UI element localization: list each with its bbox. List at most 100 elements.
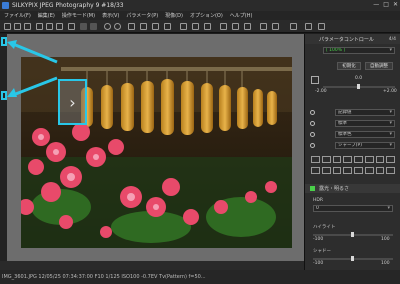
tool-icon-12[interactable] <box>343 167 352 174</box>
title-bar: SILKYPIX JPEG Photography 9 #18/33 — □ ✕ <box>0 0 400 11</box>
exposure-min: -2.00 <box>315 89 327 94</box>
tone-select[interactable]: 標準 <box>335 120 395 127</box>
shadow-max: 100 <box>381 261 390 266</box>
tool-icon-15[interactable] <box>375 167 385 174</box>
tool-icon-13[interactable] <box>354 167 363 174</box>
highlight-label: ハイライト <box>313 225 336 230</box>
close-button[interactable]: ✕ <box>393 1 398 8</box>
next-image-arrow[interactable]: › <box>58 79 87 125</box>
compare-view-icon[interactable] <box>56 23 63 30</box>
tool-icon-14[interactable] <box>364 167 374 174</box>
open-icon[interactable] <box>4 23 11 30</box>
exposure-slider-knob[interactable] <box>357 84 360 89</box>
info-icon[interactable] <box>272 23 279 30</box>
rotate-right-icon[interactable] <box>114 23 121 30</box>
spot-icon[interactable] <box>152 23 159 30</box>
tone-row: 標準 <box>305 119 400 128</box>
eyedropper-icon[interactable] <box>140 23 147 30</box>
zoom-icon[interactable] <box>220 23 227 30</box>
histogram-icon[interactable] <box>260 23 267 30</box>
white-balance-icon <box>310 110 315 115</box>
tool-icon-1[interactable] <box>311 156 320 163</box>
settings-icon[interactable] <box>305 23 312 30</box>
white-balance-row: 記録値 <box>305 108 400 117</box>
sharpness-row: シャープ(P) <box>305 141 400 150</box>
menu-bar: ファイル(F) 編集(E) 操作モード(M) 表示(V) パラメータ(P) 現像… <box>0 11 400 20</box>
section-checkbox-icon[interactable] <box>310 186 315 191</box>
main-toolbar <box>0 20 400 33</box>
left-strip <box>0 34 7 270</box>
minimize-button[interactable]: — <box>373 1 379 8</box>
tone-icon <box>310 121 315 126</box>
window-title: SILKYPIX JPEG Photography 9 #18/33 <box>12 2 124 9</box>
tool-icon-grid <box>311 156 395 176</box>
tool-icon-6[interactable] <box>364 156 374 163</box>
exposure-max: +2.00 <box>383 89 397 94</box>
highlight-slider-knob[interactable] <box>351 232 354 237</box>
panel-title: パラメータコントロール <box>319 36 374 43</box>
sharpness-select[interactable]: シャープ(P) <box>335 142 395 149</box>
preset-select[interactable]: [ 100% ] <box>323 47 395 54</box>
layout-icon[interactable] <box>290 23 297 30</box>
develop-icon[interactable] <box>164 23 171 30</box>
app-icon <box>2 2 9 9</box>
status-bar: IMG_3601.JPG 12/05/25 07:34:37:00 F10 1/… <box>0 270 400 284</box>
panel-header: パラメータコントロール 4/4 <box>305 34 400 44</box>
tag-icon[interactable] <box>204 23 211 30</box>
panel-icon[interactable] <box>318 23 325 30</box>
menu-mode[interactable]: 操作モード(M) <box>62 12 95 19</box>
tool-icon-10[interactable] <box>321 167 331 174</box>
exposure-section-header[interactable]: 露光・明るさ <box>305 184 400 193</box>
hdr-select[interactable]: 0 <box>313 205 393 212</box>
star-icon[interactable] <box>192 23 199 30</box>
print-icon[interactable] <box>24 23 31 30</box>
tool-icon-5[interactable] <box>354 156 363 163</box>
redo-icon[interactable] <box>90 23 97 30</box>
shadow-label: シャドー <box>313 249 331 254</box>
menu-file[interactable]: ファイル(F) <box>4 12 31 19</box>
rotate-left-icon[interactable] <box>104 23 111 30</box>
hand-icon[interactable] <box>232 23 239 30</box>
tool-icon-8[interactable] <box>386 156 395 163</box>
exposure-icon <box>311 76 319 84</box>
menu-develop[interactable]: 現像(D) <box>165 12 183 19</box>
auto-adjust-button[interactable]: 自動調整 <box>365 62 393 70</box>
maximize-button[interactable]: □ <box>383 1 389 8</box>
save-icon[interactable] <box>14 23 21 30</box>
menu-view[interactable]: 表示(V) <box>102 12 119 19</box>
white-balance-select[interactable]: 記録値 <box>335 109 395 116</box>
window-controls: — □ ✕ <box>373 1 398 8</box>
menu-edit[interactable]: 編集(E) <box>38 12 55 19</box>
highlight-min: -100 <box>313 237 324 242</box>
panel-page-indicator: 4/4 <box>388 36 396 42</box>
tool-icon-16[interactable] <box>386 167 395 174</box>
preset-row: [ 100% ] <box>305 46 400 55</box>
crop-icon[interactable] <box>128 23 135 30</box>
tool-icon-3[interactable] <box>332 156 342 163</box>
menu-parameter[interactable]: パラメータ(P) <box>126 12 158 19</box>
mark-icon[interactable] <box>180 23 187 30</box>
exposure-value: 0.0 <box>355 76 363 81</box>
tool-icon-11[interactable] <box>332 167 342 174</box>
menu-help[interactable]: ヘルプ(H) <box>230 12 253 19</box>
filmstrip-icon[interactable] <box>68 23 75 30</box>
grid-view-icon[interactable] <box>36 23 43 30</box>
tool-icon-7[interactable] <box>375 156 385 163</box>
hdr-label: HDR <box>313 198 323 203</box>
menu-option[interactable]: オプション(O) <box>190 12 223 19</box>
tool-icon-9[interactable] <box>311 167 320 174</box>
shadow-slider-knob[interactable] <box>351 256 354 261</box>
sharpness-icon <box>310 143 315 148</box>
status-text: IMG_3601.JPG 12/05/25 07:34:37:00 F10 1/… <box>2 274 206 280</box>
single-view-icon[interactable] <box>46 23 53 30</box>
tool-icon-2[interactable] <box>321 156 331 163</box>
initialize-button[interactable]: 初期化 <box>337 62 361 70</box>
shadow-min: -100 <box>313 261 324 266</box>
tool-icon-4[interactable] <box>343 156 352 163</box>
color-row: 標準色 <box>305 130 400 139</box>
color-icon <box>310 132 315 137</box>
grid-overlay-icon[interactable] <box>244 23 251 30</box>
color-select[interactable]: 標準色 <box>335 131 395 138</box>
annotation-arrows <box>7 40 58 97</box>
undo-icon[interactable] <box>80 23 87 30</box>
